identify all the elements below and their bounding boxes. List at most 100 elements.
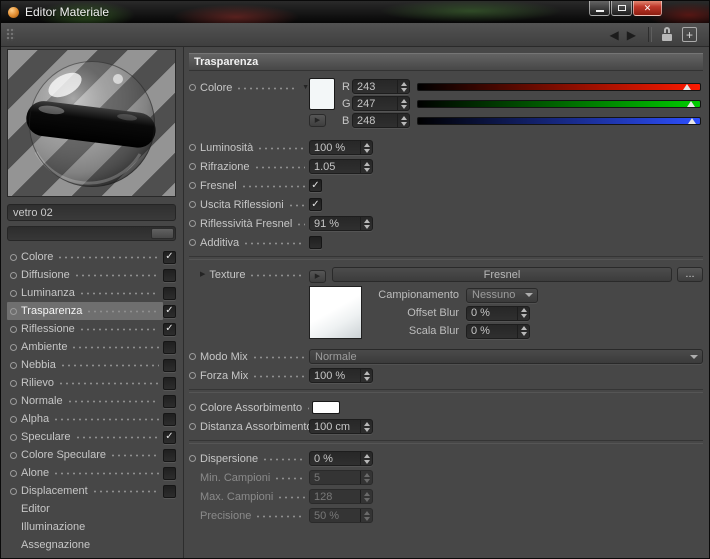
sidebar-item-alone[interactable]: Alone (7, 464, 179, 482)
absorption-color-swatch[interactable] (312, 401, 340, 414)
channel-checkbox[interactable] (163, 286, 176, 300)
riflessivita-fresnel-field[interactable]: 91 % (309, 216, 373, 231)
luminosita-field[interactable]: 100 % (309, 140, 373, 155)
channel-checkbox[interactable] (163, 394, 176, 408)
lock-button[interactable] (660, 27, 674, 42)
sidebar-item-ambiente[interactable]: Ambiente (7, 338, 179, 356)
texture-preview-toggle-button[interactable]: ▶ (309, 270, 326, 283)
offset-blur-field[interactable]: 0 % (466, 305, 530, 321)
material-preview[interactable] (7, 49, 176, 197)
slider-handle[interactable] (688, 117, 697, 124)
sidebar-item-speculare[interactable]: Speculare ✓ (7, 428, 179, 446)
drag-grip-icon[interactable] (6, 28, 15, 41)
blue-row: B 248 (339, 112, 703, 129)
forza-mix-field[interactable]: 100 % (309, 368, 373, 383)
channel-checkbox[interactable]: ✓ (163, 304, 176, 318)
sidebar-item-alpha[interactable]: Alpha (7, 410, 179, 428)
row-min-campioni: Min. Campioni 5 (189, 468, 703, 487)
rifrazione-field[interactable]: 1.05 (309, 159, 373, 174)
texture-thumbnail[interactable] (309, 286, 362, 339)
channel-checkbox[interactable] (163, 358, 176, 372)
red-value-field[interactable]: 243 (352, 79, 410, 94)
channel-list: Colore ✓ Diffusione Luminanza Trasparenz… (7, 248, 179, 554)
additiva-label: Additiva (200, 236, 240, 249)
sidebar-item-assegnazione[interactable]: Assegnazione (7, 536, 179, 554)
sidebar-item-colore-speculare[interactable]: Colore Speculare (7, 446, 179, 464)
spinner-arrows[interactable] (397, 80, 409, 93)
slider-handle[interactable] (687, 100, 696, 107)
green-slider[interactable] (417, 99, 701, 108)
sidebar-item-editor[interactable]: Editor (7, 500, 179, 518)
dot-leader (287, 203, 305, 207)
spinner-arrows[interactable] (360, 452, 372, 465)
spinner-arrows[interactable] (517, 324, 529, 338)
texture-browse-button[interactable]: ... (677, 267, 703, 282)
sidebar-item-diffusione[interactable]: Diffusione (7, 266, 179, 284)
channel-checkbox[interactable]: ✓ (163, 430, 176, 444)
uscita-riflessioni-checkbox[interactable]: ✓ (309, 198, 322, 211)
spinner-arrows[interactable] (360, 217, 372, 230)
campionamento-dropdown[interactable]: Nessuno (466, 287, 538, 303)
title-bar[interactable]: Editor Materiale ✕ (1, 1, 709, 23)
scala-blur-field[interactable]: 0 % (466, 323, 530, 339)
row-precisione: Precisione 50 % (189, 506, 703, 525)
dot-leader (59, 364, 159, 367)
nav-forward-button[interactable]: ▶ (623, 29, 640, 41)
blue-slider[interactable] (417, 116, 701, 125)
sidebar-item-trasparenza[interactable]: Trasparenza ✓ (7, 302, 179, 320)
material-name-input[interactable] (7, 204, 176, 221)
texture-shader-button[interactable]: Fresnel (332, 267, 672, 282)
spinner-arrows[interactable] (397, 114, 409, 127)
precisione-label: Precisione (200, 509, 252, 522)
nav-back-button[interactable]: ◀ (606, 29, 623, 41)
channel-checkbox[interactable] (163, 268, 176, 282)
new-tab-button[interactable]: + (682, 27, 697, 42)
distanza-assorbimento-field[interactable]: 100 cm (309, 419, 373, 434)
fresnel-checkbox[interactable]: ✓ (309, 179, 322, 192)
channel-checkbox[interactable] (163, 340, 176, 354)
channel-checkbox[interactable]: ✓ (163, 250, 176, 264)
green-value-field[interactable]: 247 (352, 96, 410, 111)
colore-label-group: Colore ▼ (189, 79, 309, 96)
maximize-button[interactable] (611, 1, 632, 16)
sidebar-item-riflessione[interactable]: Riflessione ✓ (7, 320, 179, 338)
channel-checkbox[interactable] (163, 448, 176, 462)
spinner-arrows[interactable] (360, 141, 372, 154)
red-label: R (342, 80, 350, 93)
sidebar-item-normale[interactable]: Normale (7, 392, 179, 410)
red-slider[interactable] (417, 82, 701, 91)
dispersione-field[interactable]: 0 % (309, 451, 373, 466)
chevron-right-icon[interactable]: ▶ (200, 271, 205, 278)
transparency-color-swatch[interactable] (309, 78, 335, 110)
sidebar-item-displacement[interactable]: Displacement (7, 482, 179, 500)
channel-checkbox[interactable] (163, 376, 176, 390)
blue-label: B (342, 114, 350, 127)
sidebar-item-illuminazione[interactable]: Illuminazione (7, 518, 179, 536)
texture-detail-block: Campionamento Nessuno Offset Blur 0 % Sc… (309, 286, 703, 340)
compact-color-toggle-button[interactable]: ▶ (309, 114, 326, 127)
channel-checkbox[interactable] (163, 466, 176, 480)
scrollbar-thumb[interactable] (151, 228, 174, 239)
sidebar-item-colore[interactable]: Colore ✓ (7, 248, 179, 266)
sidebar-item-luminanza[interactable]: Luminanza (7, 284, 179, 302)
sidebar-item-nebbia[interactable]: Nebbia (7, 356, 179, 374)
spinner-arrows[interactable] (360, 420, 372, 433)
channel-checkbox[interactable] (163, 412, 176, 426)
preview-scrollbar[interactable] (7, 226, 176, 241)
sidebar-item-rilievo[interactable]: Rilievo (7, 374, 179, 392)
spinner-arrows[interactable] (360, 369, 372, 382)
spinner-arrows[interactable] (360, 160, 372, 173)
blue-value-field[interactable]: 248 (352, 113, 410, 128)
modo-mix-dropdown[interactable]: Normale (309, 349, 703, 364)
spinner-arrows[interactable] (517, 306, 529, 320)
additiva-checkbox[interactable] (309, 236, 322, 249)
minimize-button[interactable] (589, 1, 610, 16)
slider-handle[interactable] (682, 83, 691, 90)
channel-checkbox[interactable]: ✓ (163, 322, 176, 336)
channel-checkbox[interactable] (163, 484, 176, 498)
dot-leader (78, 292, 159, 295)
dot-leader (91, 490, 159, 493)
spinner-arrows[interactable] (397, 97, 409, 110)
chevron-down-icon[interactable]: ▼ (302, 84, 309, 91)
close-button[interactable]: ✕ (633, 1, 662, 16)
